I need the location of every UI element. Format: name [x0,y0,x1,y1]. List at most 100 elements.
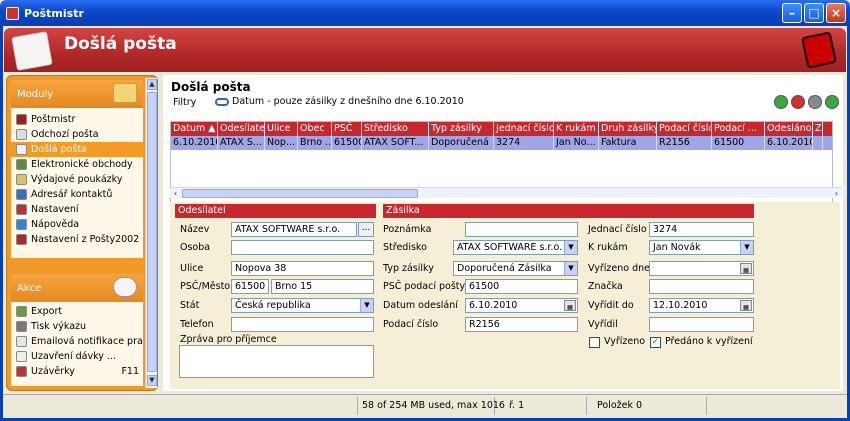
sidebar-item[interactable]: Výdajové poukázky [11,172,143,187]
table-cell: 6.10.2010 [173,136,218,150]
sidebar-item[interactable]: Adresář kontaktů [11,187,143,202]
phone-field[interactable] [231,317,374,332]
sidebar-item-label: Nastavení [31,204,79,215]
binoculars-icon [215,97,229,106]
tracking-field[interactable]: R2156 [465,317,578,332]
sidebar-item[interactable]: Elektronické obchody [11,157,143,172]
sidebar-scrollbar[interactable]: ▲ ▼ [145,78,157,388]
type-select[interactable]: Doporučená Zásilka ▼ [453,261,578,276]
city-field[interactable]: Brno 15 [271,279,374,294]
send-date-value: 6.10.2010 [469,300,518,311]
zip-city-label: PSČ/Město [180,281,231,292]
sidebar-scroll-thumb[interactable] [147,92,157,372]
column-header[interactable]: Druh zásilky [599,122,657,136]
delete-icon[interactable] [791,95,805,109]
column-header[interactable]: Odesílatel [218,122,265,136]
street-field[interactable]: Nopova 38 [231,261,374,276]
due-date-value: 12.10.2010 [653,300,708,311]
close-button[interactable]: × [826,3,846,23]
add-icon[interactable] [774,95,788,109]
calendar-icon[interactable]: ▦ [740,300,752,311]
sidebar-item[interactable]: Nastavení [11,202,143,217]
attention-select[interactable]: Jan Novák ▼ [649,240,754,255]
send-date-field[interactable]: 6.10.2010 ▦ [465,298,578,313]
note-field[interactable] [465,222,578,237]
window-titlebar: Poštmistr – □ × [0,0,850,26]
street-label: Ulice [180,263,204,274]
sidebar-item[interactable]: Uzávěrky F11 [11,364,143,379]
name-field[interactable]: ATAX SOFTWARE s.r.o. [231,222,357,237]
sidebar-item[interactable]: Nastavení z Pošty2002 [11,232,143,247]
column-header[interactable]: Obec [298,122,332,136]
sidebar-item[interactable]: Poštmistr [11,112,143,127]
column-header[interactable]: Podací ... [712,122,765,136]
sidebar-item[interactable]: Došlá pošta [11,142,143,157]
resolved-by-label: Vyřídil [588,319,618,330]
column-header[interactable]: Jednací číslo [494,122,554,136]
due-date-field[interactable]: 12.10.2010 ▦ [649,298,754,313]
column-header[interactable]: Typ zásilky [429,122,494,136]
sidebar-item[interactable]: Odchozí pošta [11,127,143,142]
table-cell: Doporučená ... [431,136,494,150]
calendar-icon[interactable]: ▦ [740,263,752,274]
column-header[interactable]: PSČ [332,122,362,136]
chevron-down-icon[interactable]: ▼ [360,299,373,312]
calendar-icon[interactable]: ▦ [564,300,576,311]
sidebar-item[interactable]: Emailová notifikace pra... [11,334,143,349]
column-header[interactable]: Datum ▲ [171,122,218,136]
refresh-icon[interactable] [825,95,839,109]
column-header[interactable]: Z [813,122,823,136]
message-textarea[interactable] [179,345,374,378]
minimize-button[interactable]: – [782,3,802,23]
toolbar [774,95,839,109]
post-zip-field[interactable]: 61500 [465,279,578,294]
status-bar: 58 of 254 MB used, max 1016 ř. 1 Položek… [3,394,847,416]
mark-field[interactable] [649,279,754,294]
person-field[interactable] [231,240,374,255]
table-row[interactable]: 6.10.2010 ATAX S... Nop... Brno ... 61500 ATA… [171,136,832,150]
sidebar-item-label: Export [31,306,63,317]
center-value: ATAX SOFTWARE s.r.o. [457,242,563,253]
grid-horizontal-scrollbar[interactable]: ‹ › [170,187,842,198]
page-title: Došlá pošta [64,34,177,54]
left-pane: Moduly Poštmistr Odchozí pošta Došlá pošta… [6,75,158,391]
filter-link[interactable]: Datum - pouze zásilky z dnešního dne 6.1… [215,96,464,107]
settings-tool-icon[interactable] [808,95,822,109]
maximize-button[interactable]: □ [804,3,824,23]
column-header[interactable]: K rukám [554,122,599,136]
column-header[interactable]: Podací číslo [657,122,712,136]
country-select[interactable]: Česká republika ▼ [231,298,374,313]
resolved-checkbox-label: Vyřízeno [604,336,646,347]
handed-over-checkbox[interactable]: ✓ [650,337,661,348]
table-cell: 3274 [494,136,554,150]
resolved-checkbox[interactable] [589,337,600,348]
chevron-down-icon[interactable]: ▼ [740,241,753,254]
modules-panel: Moduly Poštmistr Odchozí pošta Došlá pošta… [11,80,143,258]
zip-field[interactable]: 61500 [231,279,269,294]
resolved-date-field[interactable]: ▦ [649,261,754,276]
folder-icon [113,83,137,103]
scroll-left-arrow-icon[interactable]: ‹ [170,188,181,199]
chevron-down-icon[interactable]: ▼ [564,262,577,275]
sidebar-item[interactable]: Uzavření dávky ... [11,349,143,364]
sender-section-header: Odesílatel [175,204,376,218]
column-header[interactable]: Ulice [265,122,298,136]
name-browse-button[interactable]: ... [358,222,374,237]
sidebar-item[interactable]: Export [11,304,143,319]
sidebar-item[interactable]: Tisk výkazu [11,319,143,334]
app-icon [6,6,19,20]
sidebar-item-label: Nápověda [31,219,80,230]
center-select[interactable]: ATAX SOFTWARE s.r.o. ▼ [453,240,578,255]
ref-number-field[interactable]: 3274 [649,222,754,237]
scroll-up-arrow-icon[interactable]: ▲ [147,79,157,90]
column-header[interactable]: Odesláno [765,122,813,136]
scroll-right-arrow-icon[interactable]: › [831,188,842,199]
resolved-by-field[interactable] [649,317,754,332]
chevron-down-icon[interactable]: ▼ [564,241,577,254]
grid-scroll-thumb[interactable] [182,189,418,198]
settings-icon [16,204,27,215]
sidebar-item[interactable]: Nápověda [11,217,143,232]
column-header[interactable]: Středisko [362,122,429,136]
scroll-down-arrow-icon[interactable]: ▼ [147,375,157,386]
outgoing-mail-icon [16,129,27,140]
